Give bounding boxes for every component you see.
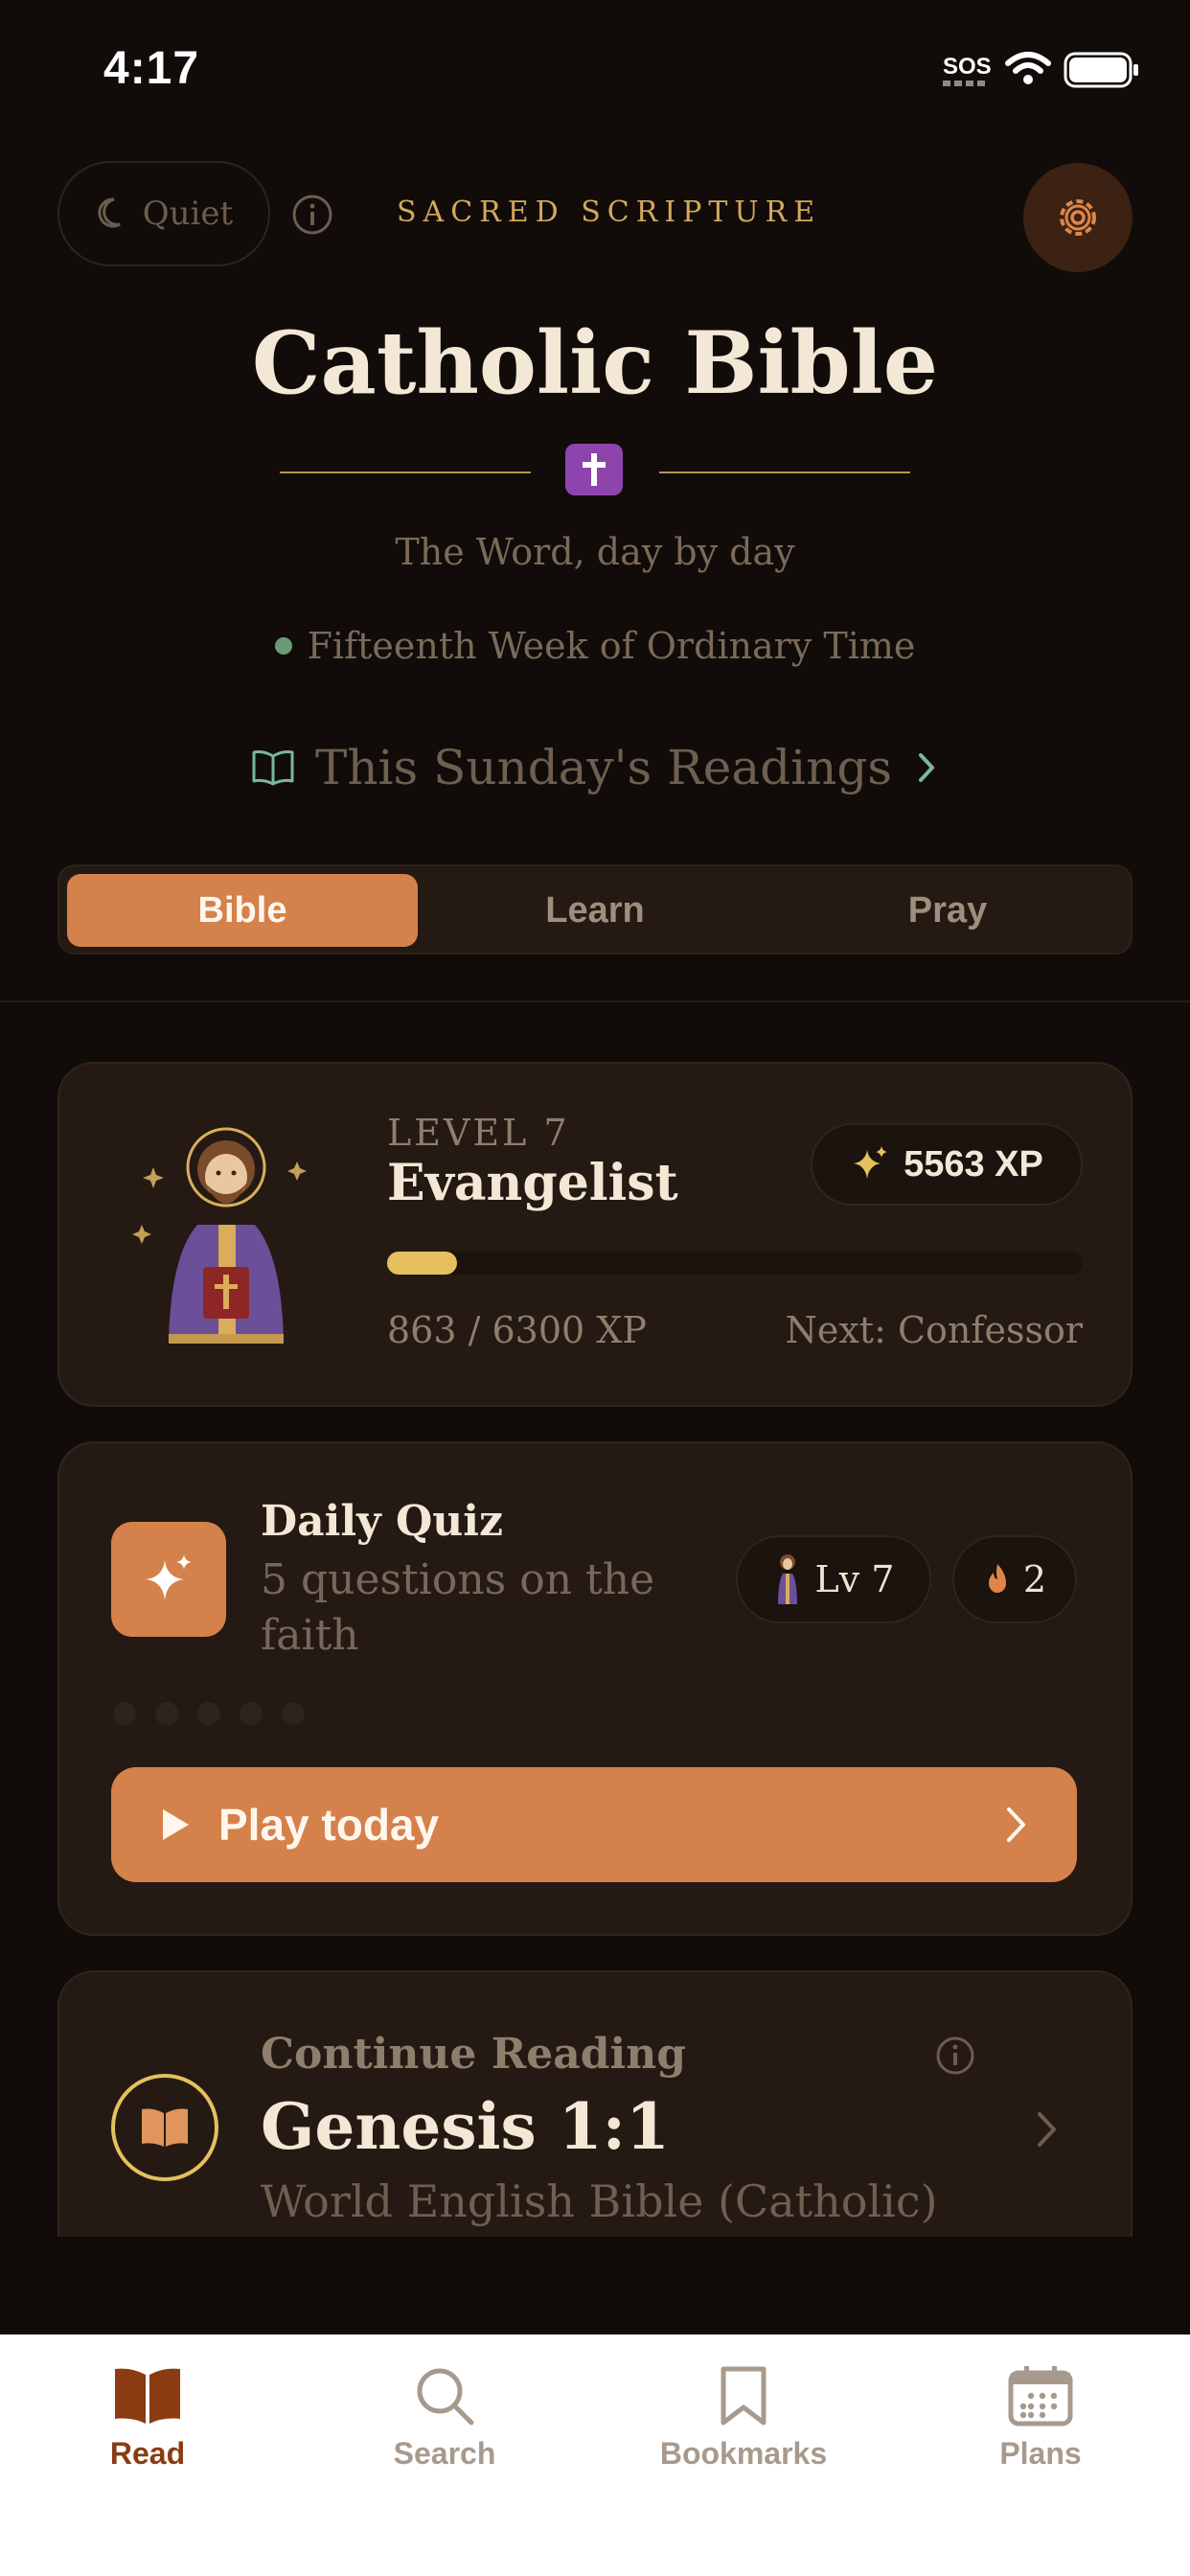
streak-count: 2: [1022, 1558, 1047, 1600]
cross-emblem: [565, 444, 623, 495]
question-dot: [282, 1702, 305, 1725]
quiet-label: Quiet: [142, 195, 234, 233]
tab-search-label: Search: [393, 2436, 496, 2471]
section-segmented-control: Bible Learn Pray: [57, 864, 1133, 954]
xp-progress-fill: [387, 1252, 457, 1275]
saint-mini-icon: [777, 1554, 797, 1604]
readings-label: This Sunday's Readings: [314, 740, 893, 795]
play-icon: [163, 1809, 189, 1840]
continue-book-badge: [111, 2074, 218, 2181]
question-dot: [155, 1702, 178, 1725]
bookmark-icon: [721, 2366, 767, 2426]
segment-learn[interactable]: Learn: [420, 874, 770, 947]
battery-icon: [1064, 52, 1138, 88]
sparkles-icon: [854, 1146, 888, 1179]
flame-icon: [988, 1564, 1006, 1593]
level-number: LEVEL 7: [387, 1112, 570, 1154]
info-icon[interactable]: [935, 2036, 975, 2076]
xp-progress-text: 863 / 6300 XP: [387, 1309, 647, 1351]
continue-reading-version: World English Bible (Catholic): [261, 2175, 938, 2227]
liturgical-season: Fifteenth Week of Ordinary Time: [0, 625, 1190, 667]
xp-total: 5563 XP: [904, 1143, 1043, 1184]
page-subtitle: The Word, day by day: [395, 531, 795, 573]
tab-search[interactable]: Search: [339, 2365, 550, 2472]
tab-read-label: Read: [109, 2436, 186, 2471]
moon-icon: [98, 197, 121, 228]
header-divider: [0, 1000, 1190, 1002]
info-icon[interactable]: [291, 194, 333, 236]
segment-pray[interactable]: Pray: [772, 874, 1123, 947]
saint-avatar: [132, 1127, 307, 1344]
quiz-description: 5 questions on the faith: [261, 1555, 655, 1660]
chevron-right-icon: [1038, 2112, 1056, 2147]
quiz-icon-tile: [111, 1522, 226, 1637]
cross-icon: [583, 453, 606, 486]
question-progress-dots: [113, 1702, 305, 1725]
next-rank-label: Next: Confessor: [785, 1309, 1083, 1351]
tab-plans[interactable]: Plans: [935, 2365, 1146, 2472]
gear-icon: [1060, 199, 1096, 236]
quiz-level-pill: Lv 7: [736, 1535, 931, 1623]
tab-bookmarks-label: Bookmarks: [659, 2436, 828, 2471]
continue-reading-reference: Genesis 1:1: [261, 2089, 670, 2164]
xp-progress-track: [387, 1252, 1083, 1275]
eyebrow-label: SACRED SCRIPTURE: [397, 196, 822, 229]
open-book-icon: [252, 750, 294, 786]
sos-indicator: SOS: [943, 54, 992, 80]
sparkles-icon: [146, 1554, 192, 1600]
chevron-right-icon: [919, 753, 935, 782]
open-book-icon: [142, 2108, 188, 2147]
scroll-fade: [0, 2237, 1190, 2334]
book-icon: [115, 2368, 180, 2424]
page-title: Catholic Bible: [251, 312, 939, 414]
quiet-mode-button[interactable]: Quiet: [57, 161, 270, 266]
question-dot: [197, 1702, 220, 1725]
status-time: 4:17: [103, 43, 200, 94]
title-rule-right: [659, 472, 910, 473]
tab-read[interactable]: Read: [42, 2365, 253, 2472]
sunday-readings-link[interactable]: This Sunday's Readings: [0, 740, 1190, 795]
title-rule-left: [280, 472, 531, 473]
season-label: Fifteenth Week of Ordinary Time: [307, 625, 916, 667]
tab-bookmarks[interactable]: Bookmarks: [638, 2365, 849, 2472]
streak-pill: 2: [952, 1535, 1077, 1623]
signal-dots: [943, 80, 989, 86]
season-dot-icon: [274, 637, 292, 655]
search-icon: [417, 2368, 474, 2426]
question-dot: [113, 1702, 136, 1725]
rank-name: Evangelist: [387, 1154, 678, 1212]
continue-reading-label: Continue Reading: [261, 2030, 686, 2079]
tab-plans-label: Plans: [999, 2436, 1082, 2471]
quiz-level-label: Lv 7: [814, 1558, 895, 1600]
play-today-label: Play today: [218, 1800, 440, 1850]
settings-button[interactable]: [1023, 163, 1133, 272]
quiz-title: Daily Quiz: [261, 1497, 503, 1546]
play-today-button[interactable]: Play today: [111, 1767, 1077, 1882]
segment-bible[interactable]: Bible: [67, 874, 418, 947]
wifi-icon: [1005, 52, 1051, 84]
question-dot: [240, 1702, 263, 1725]
xp-badge: 5563 XP: [811, 1123, 1083, 1206]
chevron-right-icon: [1007, 1807, 1025, 1842]
calendar-icon: [1008, 2366, 1073, 2426]
